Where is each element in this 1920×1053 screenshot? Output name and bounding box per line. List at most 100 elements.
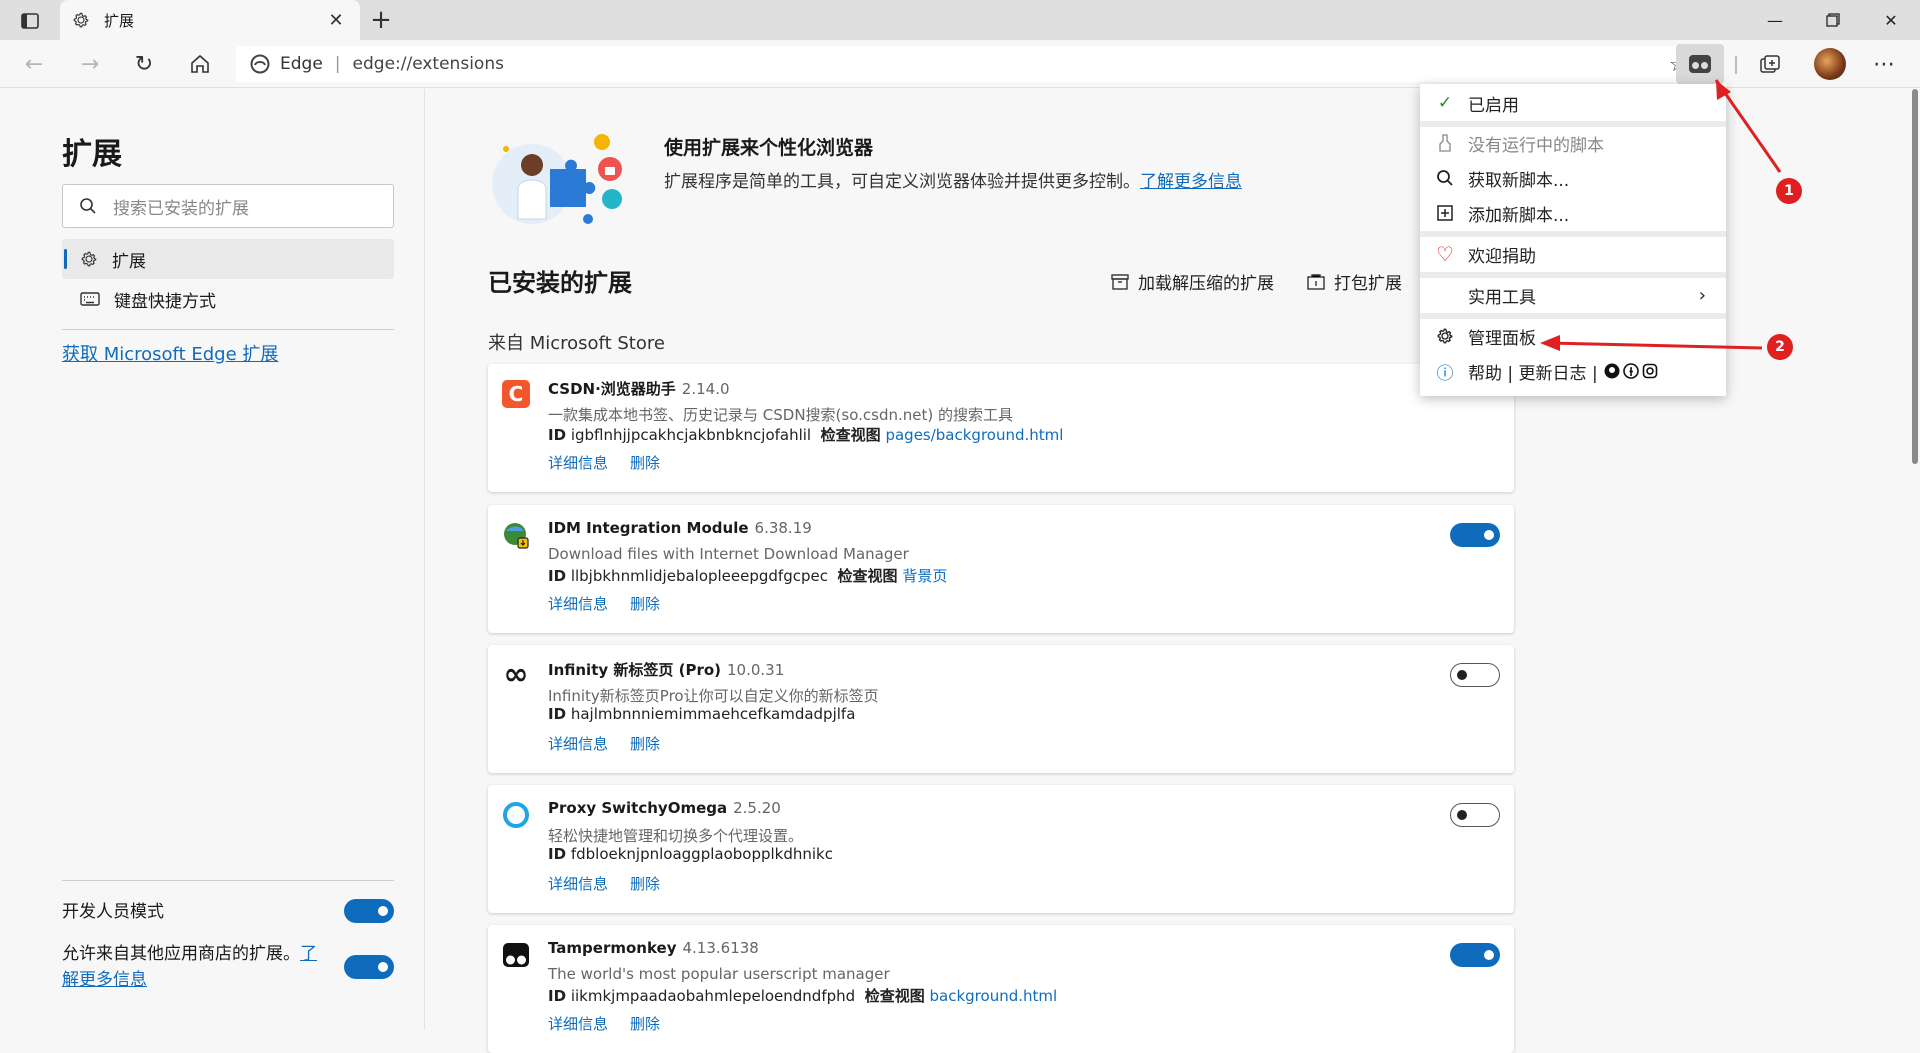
extension-enable-toggle[interactable] — [1450, 663, 1500, 687]
extension-id-line: ID igbflnhjjpcakhcjakbnbkncjofahlil 检查视图… — [548, 424, 1063, 445]
more-menu-button[interactable]: ⋯ — [1866, 46, 1902, 82]
tampermonkey-extension-button[interactable] — [1676, 44, 1724, 84]
search-icon — [80, 198, 96, 214]
details-link[interactable]: 详细信息 — [548, 735, 608, 753]
minimize-button[interactable]: — — [1746, 0, 1804, 40]
remove-link[interactable]: 删除 — [630, 1015, 660, 1033]
address-site-label: Edge — [280, 54, 323, 74]
inspect-view-link[interactable]: background.html — [930, 987, 1058, 1005]
remove-link[interactable]: 删除 — [630, 875, 660, 893]
details-link[interactable]: 详细信息 — [548, 875, 608, 893]
search-input[interactable]: 搜索已安装的扩展 — [62, 184, 394, 228]
menu-item-utilities[interactable]: 实用工具 › — [1420, 278, 1726, 312]
inspect-view-link[interactable]: 背景页 — [902, 567, 947, 585]
page-scrollbar[interactable] — [1910, 89, 1920, 1030]
address-bar[interactable]: Edge | edge://extensions ☆ — [236, 46, 1700, 82]
extension-card-csdn: C CSDN·浏览器助手 2.14.0 一款集成本地书签、历史记录与 CSDN搜索… — [488, 364, 1514, 492]
pack-extension-label: 打包扩展 — [1334, 274, 1402, 294]
menu-item-dashboard[interactable]: 管理面板 — [1420, 319, 1726, 353]
active-tab[interactable]: 扩展 ✕ — [60, 0, 360, 40]
remove-link[interactable]: 删除 — [630, 595, 660, 613]
plus-square-icon — [1434, 205, 1456, 221]
back-button[interactable]: ← — [16, 46, 52, 82]
extension-id-line: ID hajlmbnnniemimmaehcefkamdadpjlfa — [548, 705, 855, 723]
remove-link[interactable]: 删除 — [630, 735, 660, 753]
details-link[interactable]: 详细信息 — [548, 454, 608, 472]
csdn-icon: C — [502, 380, 530, 408]
extension-version: 2.14.0 — [681, 380, 730, 398]
inspect-view-link[interactable]: pages/background.html — [885, 426, 1063, 444]
extension-description: Infinity新标签页Pro让你可以自定义你的新标签页 — [548, 687, 879, 705]
sidebar-item-extensions[interactable]: 扩展 — [62, 239, 394, 279]
home-button[interactable] — [182, 46, 218, 82]
tab-strip: 扩展 ✕ + — ✕ — [0, 0, 1920, 40]
extension-id: fdbloeknjpnloaggplaobopplkdhnikc — [570, 845, 833, 863]
forward-button[interactable]: → — [72, 46, 108, 82]
menu-item-label: 帮助 | 更新日志 | — [1468, 363, 1598, 384]
menu-item-get-new-scripts[interactable]: 获取新脚本... — [1420, 161, 1726, 195]
menu-item-label: 管理面板 — [1468, 328, 1536, 349]
chevron-right-icon: › — [1698, 284, 1706, 306]
details-link[interactable]: 详细信息 — [548, 1015, 608, 1033]
edge-logo-icon — [250, 54, 270, 74]
dev-mode-row: 开发人员模式 — [62, 897, 394, 937]
sidebar-item-keyboard-shortcuts[interactable]: 键盘快捷方式 — [62, 279, 394, 319]
dev-mode-toggle[interactable] — [344, 899, 394, 923]
collections-button[interactable] — [1752, 46, 1788, 82]
menu-item-enabled[interactable]: ✓ 已启用 — [1420, 86, 1726, 120]
other-stores-row: 允许来自其他应用商店的扩展。了解更多信息 — [62, 941, 394, 1001]
menu-item-label: 已启用 — [1468, 95, 1519, 116]
extension-id: igbflnhjjpcakhcjakbnbkncjofahlil — [570, 426, 812, 444]
github-icon[interactable] — [1604, 363, 1620, 379]
sidebar-divider — [62, 880, 394, 881]
extension-title: IDM Integration Module — [548, 519, 749, 537]
infinity-icon: ∞ — [503, 657, 529, 692]
extension-id: iikmkjmpaadaobahmlepeloendndfphd — [570, 987, 856, 1005]
facebook-icon[interactable] — [1622, 363, 1639, 379]
hero-title: 使用扩展来个性化浏览器 — [664, 137, 874, 159]
extension-version: 4.13.6138 — [682, 939, 759, 957]
hero-desc-text: 扩展程序是简单的工具，可自定义浏览器体验并提供更多控制。 — [664, 172, 1140, 192]
extension-enable-toggle[interactable] — [1450, 803, 1500, 827]
extension-version: 10.0.31 — [727, 661, 785, 679]
extension-name: IDM Integration Module 6.38.19 — [548, 519, 812, 537]
menu-item-add-new-script[interactable]: 添加新脚本... — [1420, 196, 1726, 230]
extension-name: Proxy SwitchyOmega 2.5.20 — [548, 799, 781, 817]
hero-learn-more-link[interactable]: 了解更多信息 — [1140, 172, 1242, 192]
tampermonkey-icon — [503, 943, 529, 967]
restore-button[interactable] — [1804, 0, 1862, 40]
remove-link[interactable]: 删除 — [630, 454, 660, 472]
extension-id-line: ID iikmkjmpaadaobahmlepeloendndfphd 检查视图… — [548, 985, 1057, 1006]
extension-id-line: ID fdbloeknjpnloaggplaobopplkdhnikc — [548, 845, 833, 863]
profile-avatar[interactable] — [1814, 48, 1846, 80]
new-tab-button[interactable]: + — [366, 5, 396, 35]
menu-item-help-changelog[interactable]: ⓘ 帮助 | 更新日志 | — [1420, 354, 1726, 388]
extension-enable-toggle[interactable] — [1450, 943, 1500, 967]
address-separator: | — [334, 54, 341, 74]
extension-name: Infinity 新标签页 (Pro) 10.0.31 — [548, 659, 784, 680]
collections-icon — [1760, 55, 1780, 73]
other-stores-toggle[interactable] — [344, 955, 394, 979]
extension-title: Proxy SwitchyOmega — [548, 799, 728, 817]
pack-extension-button[interactable]: 打包扩展 — [1306, 269, 1402, 294]
tab-actions-button[interactable] — [12, 8, 48, 34]
extension-id-line: ID llbjbkhnmlidjebalopleeepgdfgcpec 检查视图… — [548, 565, 947, 586]
instagram-icon[interactable] — [1642, 363, 1658, 379]
scrollbar-thumb[interactable] — [1912, 89, 1918, 464]
window-close-button[interactable]: ✕ — [1862, 0, 1920, 40]
id-label: ID — [548, 845, 567, 863]
sidebar-title: 扩展 — [62, 137, 122, 172]
tab-title: 扩展 — [104, 11, 135, 30]
extension-enable-toggle[interactable] — [1450, 523, 1500, 547]
address-url[interactable]: edge://extensions — [353, 54, 504, 74]
details-link[interactable]: 详细信息 — [548, 595, 608, 613]
inspect-views-label: 检查视图 — [820, 426, 881, 444]
load-unpacked-button[interactable]: 加载解压缩的扩展 — [1110, 269, 1274, 294]
menu-item-label: 实用工具 — [1468, 287, 1536, 308]
refresh-button[interactable]: ↻ — [126, 46, 162, 82]
gear-icon — [73, 12, 89, 28]
menu-item-donate[interactable]: ♡ 欢迎捐助 — [1420, 237, 1726, 271]
social-icons — [1604, 363, 1658, 379]
close-icon[interactable]: ✕ — [324, 8, 348, 32]
get-extensions-link[interactable]: 获取 Microsoft Edge 扩展 — [62, 340, 278, 366]
